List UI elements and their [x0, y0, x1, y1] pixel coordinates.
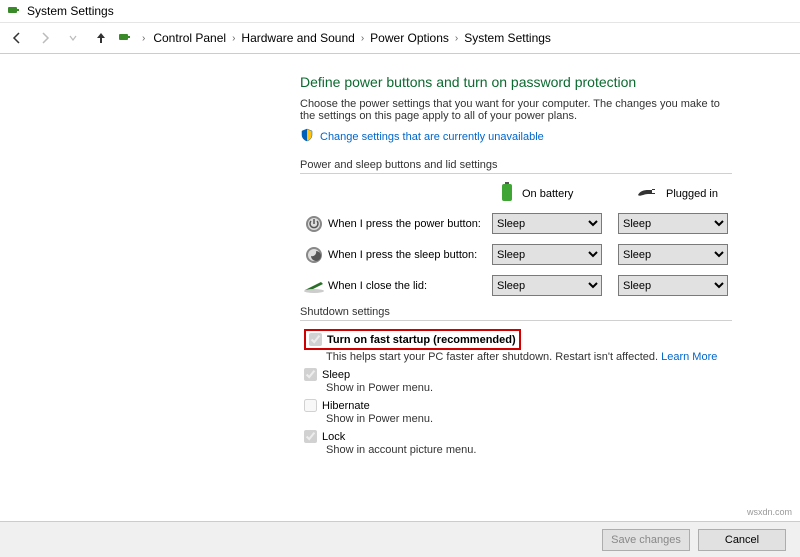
- section-shutdown-title: Shutdown settings: [300, 306, 800, 318]
- shield-icon: [300, 128, 314, 145]
- sleep-button-plugged-select[interactable]: Sleep: [618, 244, 728, 265]
- crumb-hardware-sound[interactable]: Hardware and Sound: [241, 31, 354, 45]
- col-plugged-in: Plugged in: [636, 182, 742, 205]
- chevron-right-icon: ›: [230, 33, 237, 44]
- power-button-battery-select[interactable]: Sleep: [492, 213, 602, 234]
- lid-battery-select[interactable]: Sleep: [492, 275, 602, 296]
- chevron-right-icon: ›: [453, 33, 460, 44]
- forward-button[interactable]: [34, 27, 56, 49]
- fast-startup-label: Turn on fast startup (recommended): [327, 334, 516, 346]
- change-settings-link[interactable]: Change settings that are currently unava…: [320, 131, 544, 143]
- power-button-icon: [300, 214, 328, 234]
- lock-checkbox-desc: Show in account picture menu.: [326, 444, 800, 456]
- chevron-right-icon: ›: [359, 33, 366, 44]
- hibernate-checkbox-label: Hibernate: [322, 400, 370, 412]
- fast-startup-desc-text: This helps start your PC faster after sh…: [326, 351, 661, 363]
- lock-checkbox[interactable]: [304, 430, 317, 443]
- hibernate-checkbox[interactable]: [304, 399, 317, 412]
- divider: [300, 320, 732, 321]
- sleep-button-battery-select[interactable]: Sleep: [492, 244, 602, 265]
- titlebar: System Settings: [0, 0, 800, 23]
- cancel-button[interactable]: Cancel: [698, 529, 786, 551]
- navbar: › Control Panel › Hardware and Sound › P…: [0, 23, 800, 54]
- lock-checkbox-label: Lock: [322, 431, 345, 443]
- back-button[interactable]: [6, 27, 28, 49]
- battery-icon: [500, 182, 514, 205]
- col-battery-label: On battery: [522, 188, 573, 200]
- sleep-checkbox-desc: Show in Power menu.: [326, 382, 800, 394]
- watermark: wsxdn.com: [747, 507, 792, 517]
- row-sleep-button-label: When I press the sleep button:: [328, 249, 492, 261]
- row-lid-label: When I close the lid:: [328, 280, 492, 292]
- plug-icon: [636, 185, 658, 202]
- sleep-checkbox-label: Sleep: [322, 369, 350, 381]
- power-button-plugged-select[interactable]: Sleep: [618, 213, 728, 234]
- recent-dropdown[interactable]: [62, 27, 84, 49]
- crumb-system-settings[interactable]: System Settings: [464, 31, 551, 45]
- crumb-control-panel[interactable]: Control Panel: [153, 31, 226, 45]
- lid-plugged-select[interactable]: Sleep: [618, 275, 728, 296]
- divider: [300, 173, 732, 174]
- footer: Save changes Cancel: [0, 521, 800, 557]
- power-options-icon: [6, 3, 22, 19]
- power-options-icon: [118, 30, 134, 46]
- sleep-checkbox[interactable]: [304, 368, 317, 381]
- sleep-button-icon: [300, 245, 328, 265]
- row-power-button-label: When I press the power button:: [328, 218, 492, 230]
- page-title: Define power buttons and turn on passwor…: [300, 74, 800, 90]
- hibernate-checkbox-desc: Show in Power menu.: [326, 413, 800, 425]
- crumb-power-options[interactable]: Power Options: [370, 31, 449, 45]
- save-changes-button[interactable]: Save changes: [602, 529, 690, 551]
- col-on-battery: On battery: [500, 182, 606, 205]
- fast-startup-checkbox[interactable]: [309, 333, 322, 346]
- window-title: System Settings: [27, 4, 114, 18]
- page-description: Choose the power settings that you want …: [300, 98, 730, 122]
- fast-startup-highlight: Turn on fast startup (recommended): [304, 329, 521, 350]
- up-button[interactable]: [90, 27, 112, 49]
- section-power-sleep-title: Power and sleep buttons and lid settings: [300, 159, 800, 171]
- chevron-right-icon: ›: [140, 33, 147, 44]
- learn-more-link[interactable]: Learn More: [661, 351, 717, 363]
- lid-close-icon: [300, 278, 328, 294]
- main-content: Define power buttons and turn on passwor…: [0, 54, 800, 521]
- breadcrumb: Control Panel › Hardware and Sound › Pow…: [153, 31, 551, 45]
- fast-startup-desc: This helps start your PC faster after sh…: [326, 351, 800, 363]
- col-plugged-label: Plugged in: [666, 188, 718, 200]
